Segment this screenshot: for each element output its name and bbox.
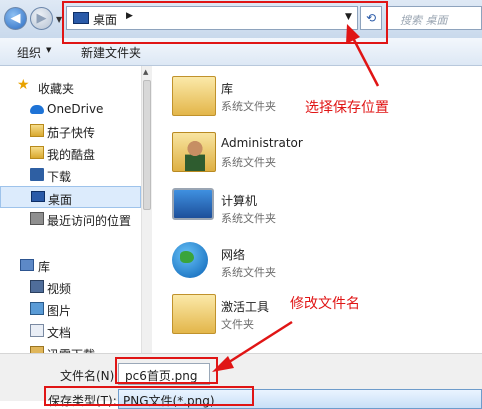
- arrowhead-address: [346, 24, 360, 44]
- arrow-to-address: [350, 35, 380, 87]
- arrow-to-filename: [225, 320, 293, 366]
- arrowhead-filename: [212, 356, 234, 372]
- annotation-save-location: 选择保存位置: [305, 100, 389, 116]
- annotation-arrows: [212, 24, 380, 372]
- annotation-rename: 修改文件名: [290, 296, 360, 312]
